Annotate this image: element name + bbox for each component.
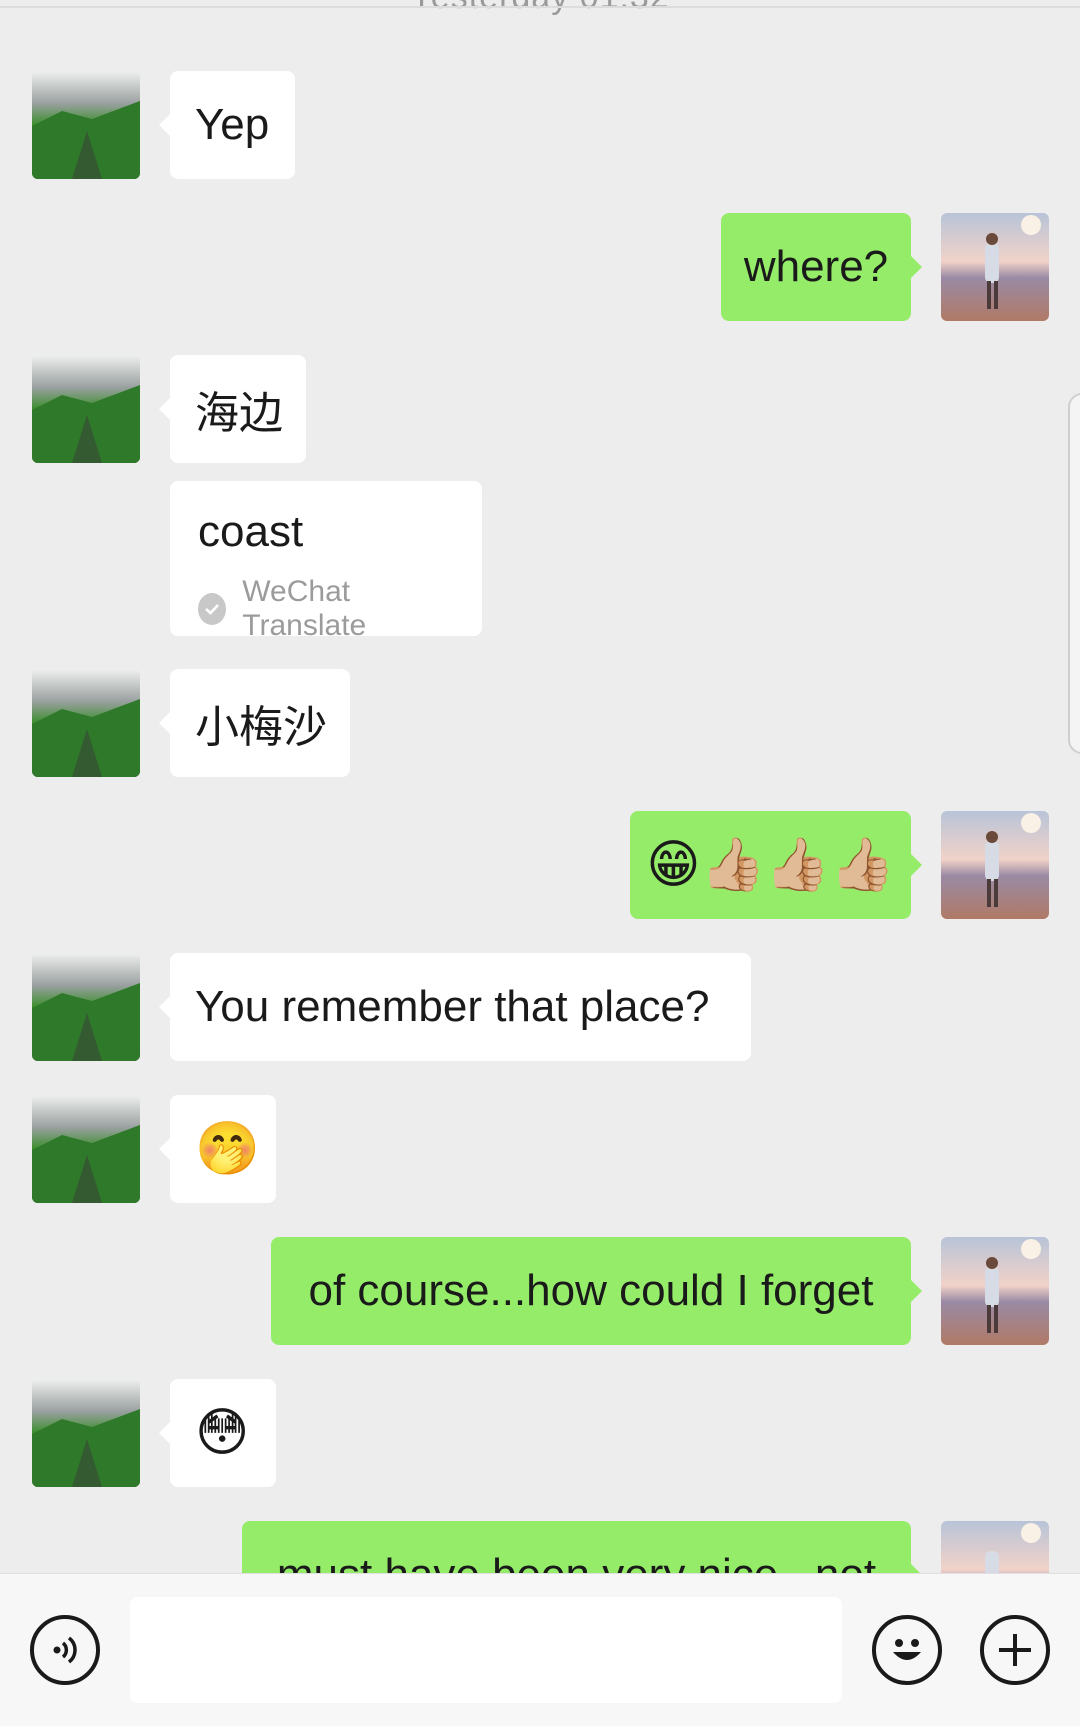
contact-avatar[interactable]	[32, 355, 140, 463]
contact-avatar[interactable]	[32, 71, 140, 179]
message-bubble[interactable]: where?	[721, 213, 922, 321]
emoji-button[interactable]	[872, 1615, 942, 1685]
more-button[interactable]	[980, 1615, 1050, 1685]
message-bubble[interactable]: of course...how could I forget	[271, 1237, 922, 1345]
message-text: Yep	[195, 100, 270, 149]
message-text: where?	[743, 242, 889, 291]
contact-avatar[interactable]	[32, 1379, 140, 1487]
message-bubble[interactable]: 😳	[159, 1379, 276, 1487]
voice-icon	[53, 1636, 77, 1664]
my-avatar[interactable]	[941, 213, 1049, 321]
check-icon	[198, 593, 227, 625]
message-bubble[interactable]: 🤭	[159, 1095, 276, 1203]
contact-avatar[interactable]	[32, 953, 140, 1061]
message-bubble[interactable]: 海边	[159, 355, 306, 463]
message-text: must have been very nice...not	[277, 1550, 876, 1573]
message-text: of course...how could I forget	[308, 1266, 874, 1315]
message-input[interactable]	[130, 1597, 842, 1703]
message-text: 😳	[195, 1404, 250, 1462]
emoji-icon	[893, 1639, 921, 1660]
contact-avatar[interactable]	[32, 669, 140, 777]
message-bubble[interactable]: 😁👍🏼👍🏼👍🏼	[630, 811, 922, 919]
timestamp: Yesterday 01:32	[0, 0, 1080, 17]
scroll-handle[interactable]	[1068, 393, 1080, 754]
message-bubble[interactable]: must have been very nice...not	[242, 1521, 922, 1573]
plus-icon	[999, 1634, 1031, 1666]
input-bar	[0, 1573, 1080, 1726]
my-avatar[interactable]	[941, 811, 1049, 919]
message-text: You remember that place?	[195, 982, 710, 1031]
translation-text: coast	[198, 507, 304, 556]
voice-button[interactable]	[30, 1615, 100, 1685]
message-text: 🤭	[195, 1120, 260, 1178]
translate-label: WeChat Translate	[198, 575, 454, 643]
message-bubble[interactable]: You remember that place?	[159, 953, 751, 1061]
divider	[0, 6, 1080, 8]
chat-area[interactable]: Yesterday 01:32 Yep where? 海边 coast WeCh…	[0, 0, 1080, 1573]
my-avatar[interactable]	[941, 1237, 1049, 1345]
translate-source: WeChat Translate	[242, 575, 367, 642]
message-bubble[interactable]: 小梅沙	[159, 669, 350, 777]
message-text: 😁👍🏼👍🏼👍🏼	[646, 836, 895, 894]
my-avatar[interactable]	[941, 1521, 1049, 1573]
message-bubble[interactable]: Yep	[159, 71, 295, 179]
message-text: 小梅沙	[195, 703, 327, 752]
contact-avatar[interactable]	[32, 1095, 140, 1203]
translation-bubble[interactable]: coast WeChat Translate	[170, 481, 482, 642]
message-text: 海边	[195, 389, 283, 438]
